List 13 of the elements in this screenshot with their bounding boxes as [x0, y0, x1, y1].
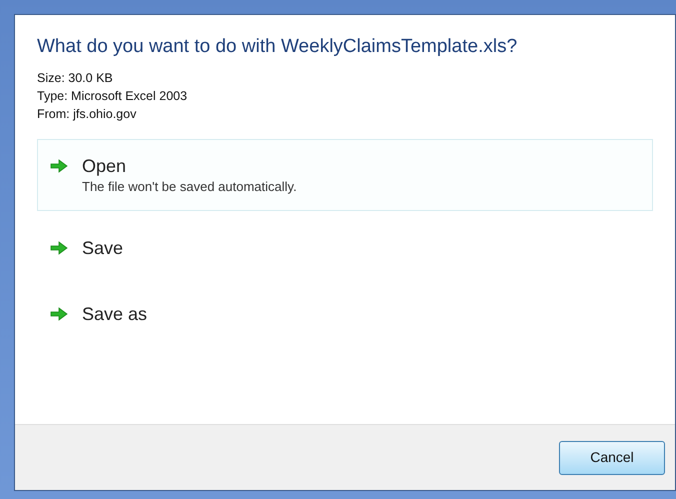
cancel-button[interactable]: Cancel [559, 440, 665, 474]
option-description: The file won't be saved automatically. [82, 178, 297, 196]
dialog-title: What do you want to do with WeeklyClaimsTemplate.xls? [37, 35, 518, 59]
arrow-icon [50, 159, 68, 173]
option-label: Save [82, 237, 124, 260]
arrow-icon [50, 241, 68, 255]
file-info: Size: 30.0 KB [37, 70, 114, 87]
option-label: Open [82, 155, 128, 178]
option-label: Save as [82, 303, 148, 326]
arrow-icon [50, 307, 68, 321]
file-info: Type: Microsoft Excel 2003 [37, 88, 188, 105]
option-button[interactable]: Open The file won't be saved automatically. [37, 139, 653, 211]
file-info: From: jfs.ohio.gov [37, 106, 138, 123]
